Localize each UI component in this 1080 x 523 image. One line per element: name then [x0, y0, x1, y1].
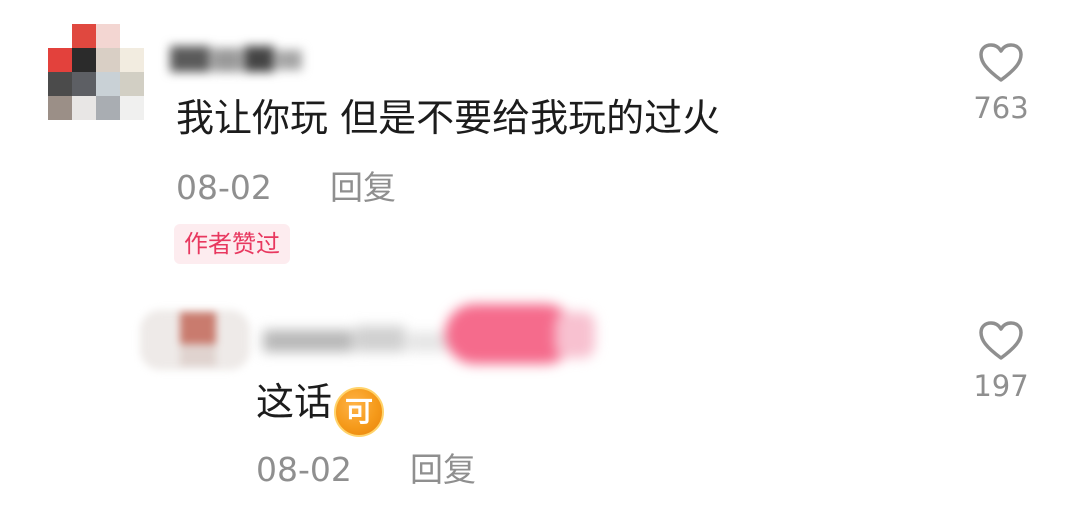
like-count: 763: [973, 91, 1029, 125]
username-blurred[interactable]: [255, 290, 605, 380]
heart-outline-icon: [979, 43, 1023, 82]
comment-text: 我让你玩 但是不要给我玩的过火: [176, 96, 721, 140]
ke-emoji-icon: 可: [334, 387, 385, 437]
comment-date: 08-02: [176, 168, 272, 207]
avatar[interactable]: [48, 24, 144, 120]
reply-text-content: 这话: [256, 380, 333, 424]
heart-outline-icon: [979, 321, 1023, 360]
author-liked-badge: 作者赞过: [174, 224, 290, 264]
like-button[interactable]: 763: [956, 42, 1046, 124]
reply-text: 这话可: [256, 380, 385, 437]
username-blurred[interactable]: [170, 40, 310, 80]
avatar[interactable]: [140, 300, 250, 380]
reply-button[interactable]: 回复: [330, 170, 396, 206]
reply-button[interactable]: 回复: [410, 452, 476, 488]
like-count: 197: [973, 369, 1029, 403]
like-button[interactable]: 197: [956, 320, 1046, 402]
reply-date: 08-02: [256, 450, 352, 489]
